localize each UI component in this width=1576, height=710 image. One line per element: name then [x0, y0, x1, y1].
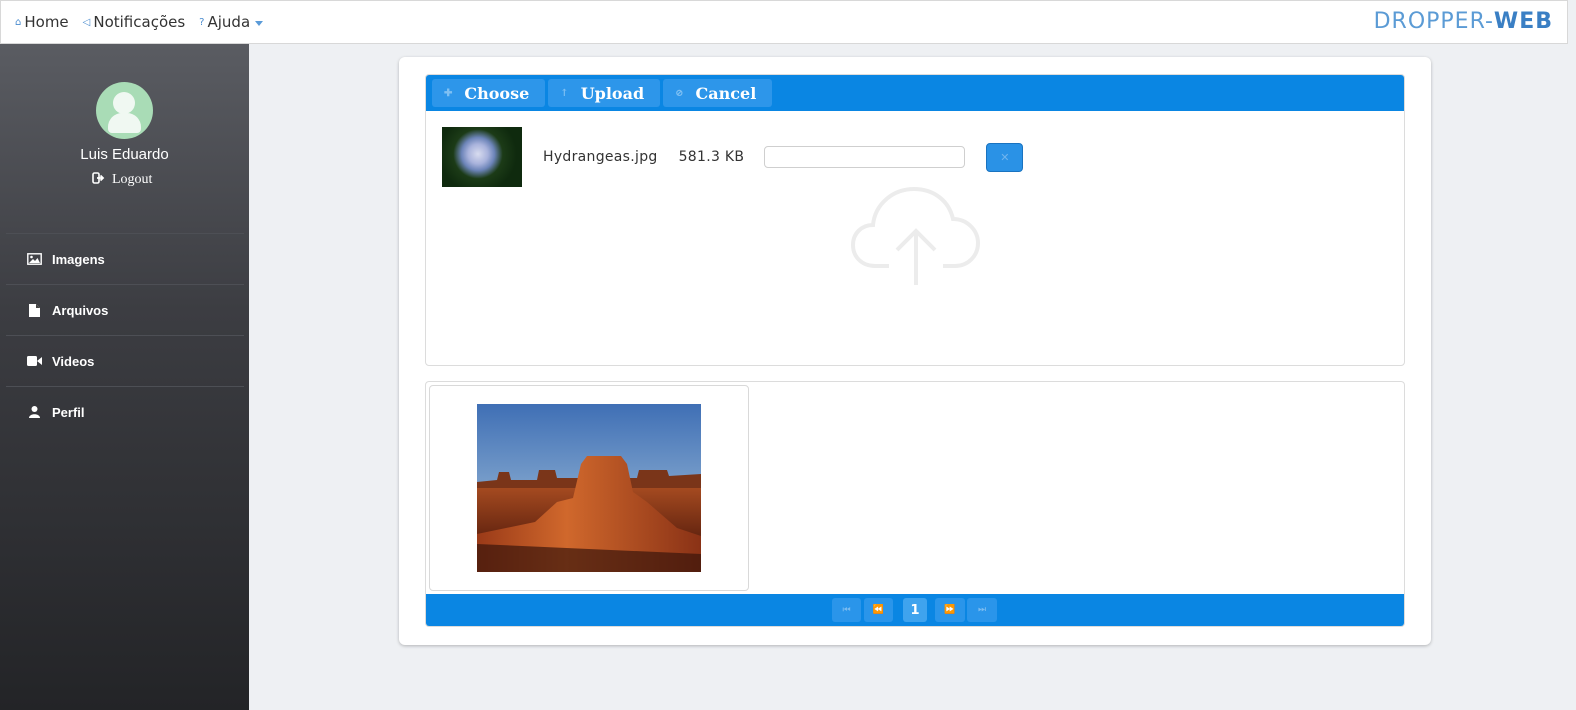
- question-icon: ?: [199, 16, 205, 28]
- last-page-button[interactable]: ⏭: [967, 598, 997, 622]
- brand-logo: DROPPER-WEB: [1374, 9, 1553, 34]
- image-icon: [26, 253, 42, 265]
- nav-notifications-label: Notificações: [93, 13, 186, 31]
- uploader-toolbar: ✚ Choose ↑ Upload ⊘ Cancel: [426, 75, 1404, 111]
- gallery-item[interactable]: [429, 385, 749, 591]
- sidebar-item-videos[interactable]: Videos: [6, 335, 244, 386]
- last-page-icon: ⏭: [977, 605, 987, 615]
- sidebar-item-imagens[interactable]: Imagens: [6, 233, 244, 284]
- upload-icon: ↑: [560, 87, 569, 99]
- video-icon: [26, 356, 42, 366]
- file-size: 581.3 KB: [678, 149, 745, 165]
- upload-progress-bar: [764, 146, 966, 168]
- nav-home-label: Home: [24, 13, 69, 31]
- sidebar-item-arquivos[interactable]: Arquivos: [6, 284, 244, 335]
- cancel-button[interactable]: ⊘ Cancel: [663, 79, 773, 107]
- avatar: [96, 82, 153, 139]
- file-icon: [26, 303, 42, 317]
- sign-out-icon: [92, 172, 105, 188]
- main-card: ✚ Choose ↑ Upload ⊘ Cancel Hydrangeas.jp…: [399, 57, 1431, 645]
- sidebar-item-label: Imagens: [52, 251, 105, 267]
- sidebar-item-label: Perfil: [52, 404, 85, 420]
- remove-file-button[interactable]: ✕: [986, 142, 1024, 172]
- top-navbar: ⌂ Home ◁ Notificações ? Ajuda DROPPER-WE…: [0, 0, 1568, 44]
- sidebar-menu: Imagens Arquivos Videos Perfil: [6, 233, 244, 437]
- prev-page-icon: ⏪: [872, 605, 885, 615]
- choose-button[interactable]: ✚ Choose: [432, 79, 546, 107]
- image-gallery: ⏮ ⏪ 1 ⏩ ⏭: [425, 381, 1405, 627]
- sidebar-item-label: Arquivos: [52, 302, 109, 318]
- file-row: Hydrangeas.jpg 581.3 KB ✕: [442, 127, 1024, 187]
- nav-help-label: Ajuda: [207, 13, 251, 31]
- next-page-button[interactable]: ⏩: [935, 598, 965, 622]
- prev-page-button[interactable]: ⏪: [864, 598, 893, 622]
- file-name: Hydrangeas.jpg: [543, 149, 658, 165]
- sidebar-item-perfil[interactable]: Perfil: [6, 386, 244, 437]
- page-number: 1: [910, 602, 920, 618]
- user-name: Luis Eduardo: [80, 146, 169, 163]
- cancel-label: Cancel: [695, 83, 757, 103]
- next-page-icon: ⏩: [944, 605, 956, 615]
- nav-notifications[interactable]: ◁ Notificações: [83, 13, 186, 31]
- sidebar: Luis Eduardo Logout Imagens Arquivos Vid…: [0, 44, 249, 710]
- file-thumbnail: [442, 127, 522, 187]
- choose-label: Choose: [464, 83, 530, 103]
- speaker-icon: ◁: [82, 16, 91, 28]
- logout-link[interactable]: Logout: [92, 172, 152, 188]
- nav-home[interactable]: ⌂ Home: [15, 13, 69, 31]
- page-1-button[interactable]: 1: [903, 598, 927, 622]
- file-uploader[interactable]: ✚ Choose ↑ Upload ⊘ Cancel Hydrangeas.jp…: [425, 74, 1405, 366]
- upload-label: Upload: [580, 83, 645, 103]
- cloud-upload-icon: [850, 185, 981, 291]
- brand-part-2: WEB: [1493, 9, 1553, 34]
- close-icon: ✕: [1000, 150, 1010, 164]
- first-page-icon: ⏮: [842, 605, 851, 615]
- paginator: ⏮ ⏪ 1 ⏩ ⏭: [426, 594, 1404, 626]
- home-icon: ⌂: [15, 16, 22, 28]
- sidebar-item-label: Videos: [52, 353, 95, 369]
- upload-button[interactable]: ↑ Upload: [548, 79, 661, 107]
- brand-part-1: DROPPER-: [1373, 9, 1494, 34]
- chevron-down-icon: [255, 20, 264, 26]
- gallery-image-desert: [477, 404, 701, 572]
- logout-label: Logout: [112, 172, 153, 187]
- user-icon: [26, 406, 42, 418]
- plus-icon: ✚: [444, 87, 453, 99]
- nav-help[interactable]: ? Ajuda: [199, 13, 264, 31]
- cancel-icon: ⊘: [675, 87, 684, 99]
- first-page-button[interactable]: ⏮: [832, 598, 861, 622]
